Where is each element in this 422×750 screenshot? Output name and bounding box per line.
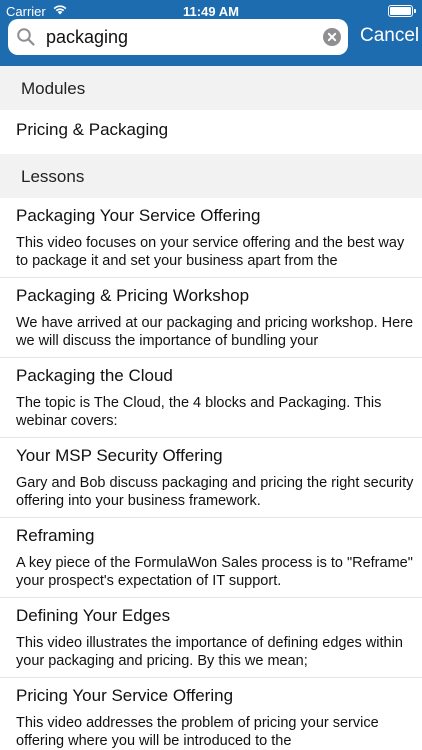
module-item[interactable]: Pricing & Packaging bbox=[0, 110, 422, 154]
battery-icon bbox=[388, 5, 416, 17]
lesson-item[interactable]: Your MSP Security Offering Gary and Bob … bbox=[0, 438, 422, 518]
clear-search-icon[interactable] bbox=[323, 28, 341, 46]
lesson-title: Pricing Your Service Offering bbox=[16, 686, 234, 705]
search-input[interactable] bbox=[46, 23, 316, 51]
lesson-title: Packaging Your Service Offering bbox=[16, 206, 261, 225]
lesson-title: Packaging & Pricing Workshop bbox=[16, 286, 250, 305]
lesson-description: This video focuses on your service offer… bbox=[16, 235, 405, 269]
lesson-item[interactable]: Defining Your Edges This video illustrat… bbox=[0, 598, 422, 678]
section-title: Lessons bbox=[21, 167, 85, 186]
lesson-item[interactable]: Packaging & Pricing Workshop We have arr… bbox=[0, 278, 422, 358]
section-title: Modules bbox=[21, 79, 86, 98]
search-icon bbox=[17, 28, 35, 46]
module-title: Pricing & Packaging bbox=[16, 120, 169, 139]
lesson-title: Packaging the Cloud bbox=[16, 366, 173, 385]
lesson-description: This video addresses the problem of pric… bbox=[16, 715, 379, 749]
lesson-item[interactable]: Pricing Your Service Offering This video… bbox=[0, 678, 422, 750]
lesson-description: This video illustrates the importance of… bbox=[16, 635, 403, 669]
clock: 11:49 AM bbox=[183, 4, 239, 19]
lesson-item[interactable]: Packaging the Cloud The topic is The Clo… bbox=[0, 358, 422, 438]
lesson-description: A key piece of the FormulaWon Sales proc… bbox=[16, 555, 413, 589]
lesson-title: Your MSP Security Offering bbox=[16, 446, 223, 465]
section-header-modules: Modules bbox=[0, 66, 422, 110]
header-bar: Carrier 11:49 AM Cancel bbox=[0, 0, 422, 66]
lesson-item[interactable]: Reframing A key piece of the FormulaWon … bbox=[0, 518, 422, 598]
lesson-description: Gary and Bob discuss packaging and prici… bbox=[16, 475, 414, 509]
section-header-lessons: Lessons bbox=[0, 154, 422, 198]
cancel-button[interactable]: Cancel bbox=[360, 25, 419, 47]
lesson-title: Reframing bbox=[16, 526, 95, 545]
search-bar[interactable] bbox=[8, 19, 348, 55]
lesson-item[interactable]: Packaging Your Service Offering This vid… bbox=[0, 198, 422, 278]
lesson-description: We have arrived at our packaging and pri… bbox=[16, 315, 414, 349]
lesson-title: Defining Your Edges bbox=[16, 606, 171, 625]
lesson-description: The topic is The Cloud, the 4 blocks and… bbox=[16, 395, 382, 429]
